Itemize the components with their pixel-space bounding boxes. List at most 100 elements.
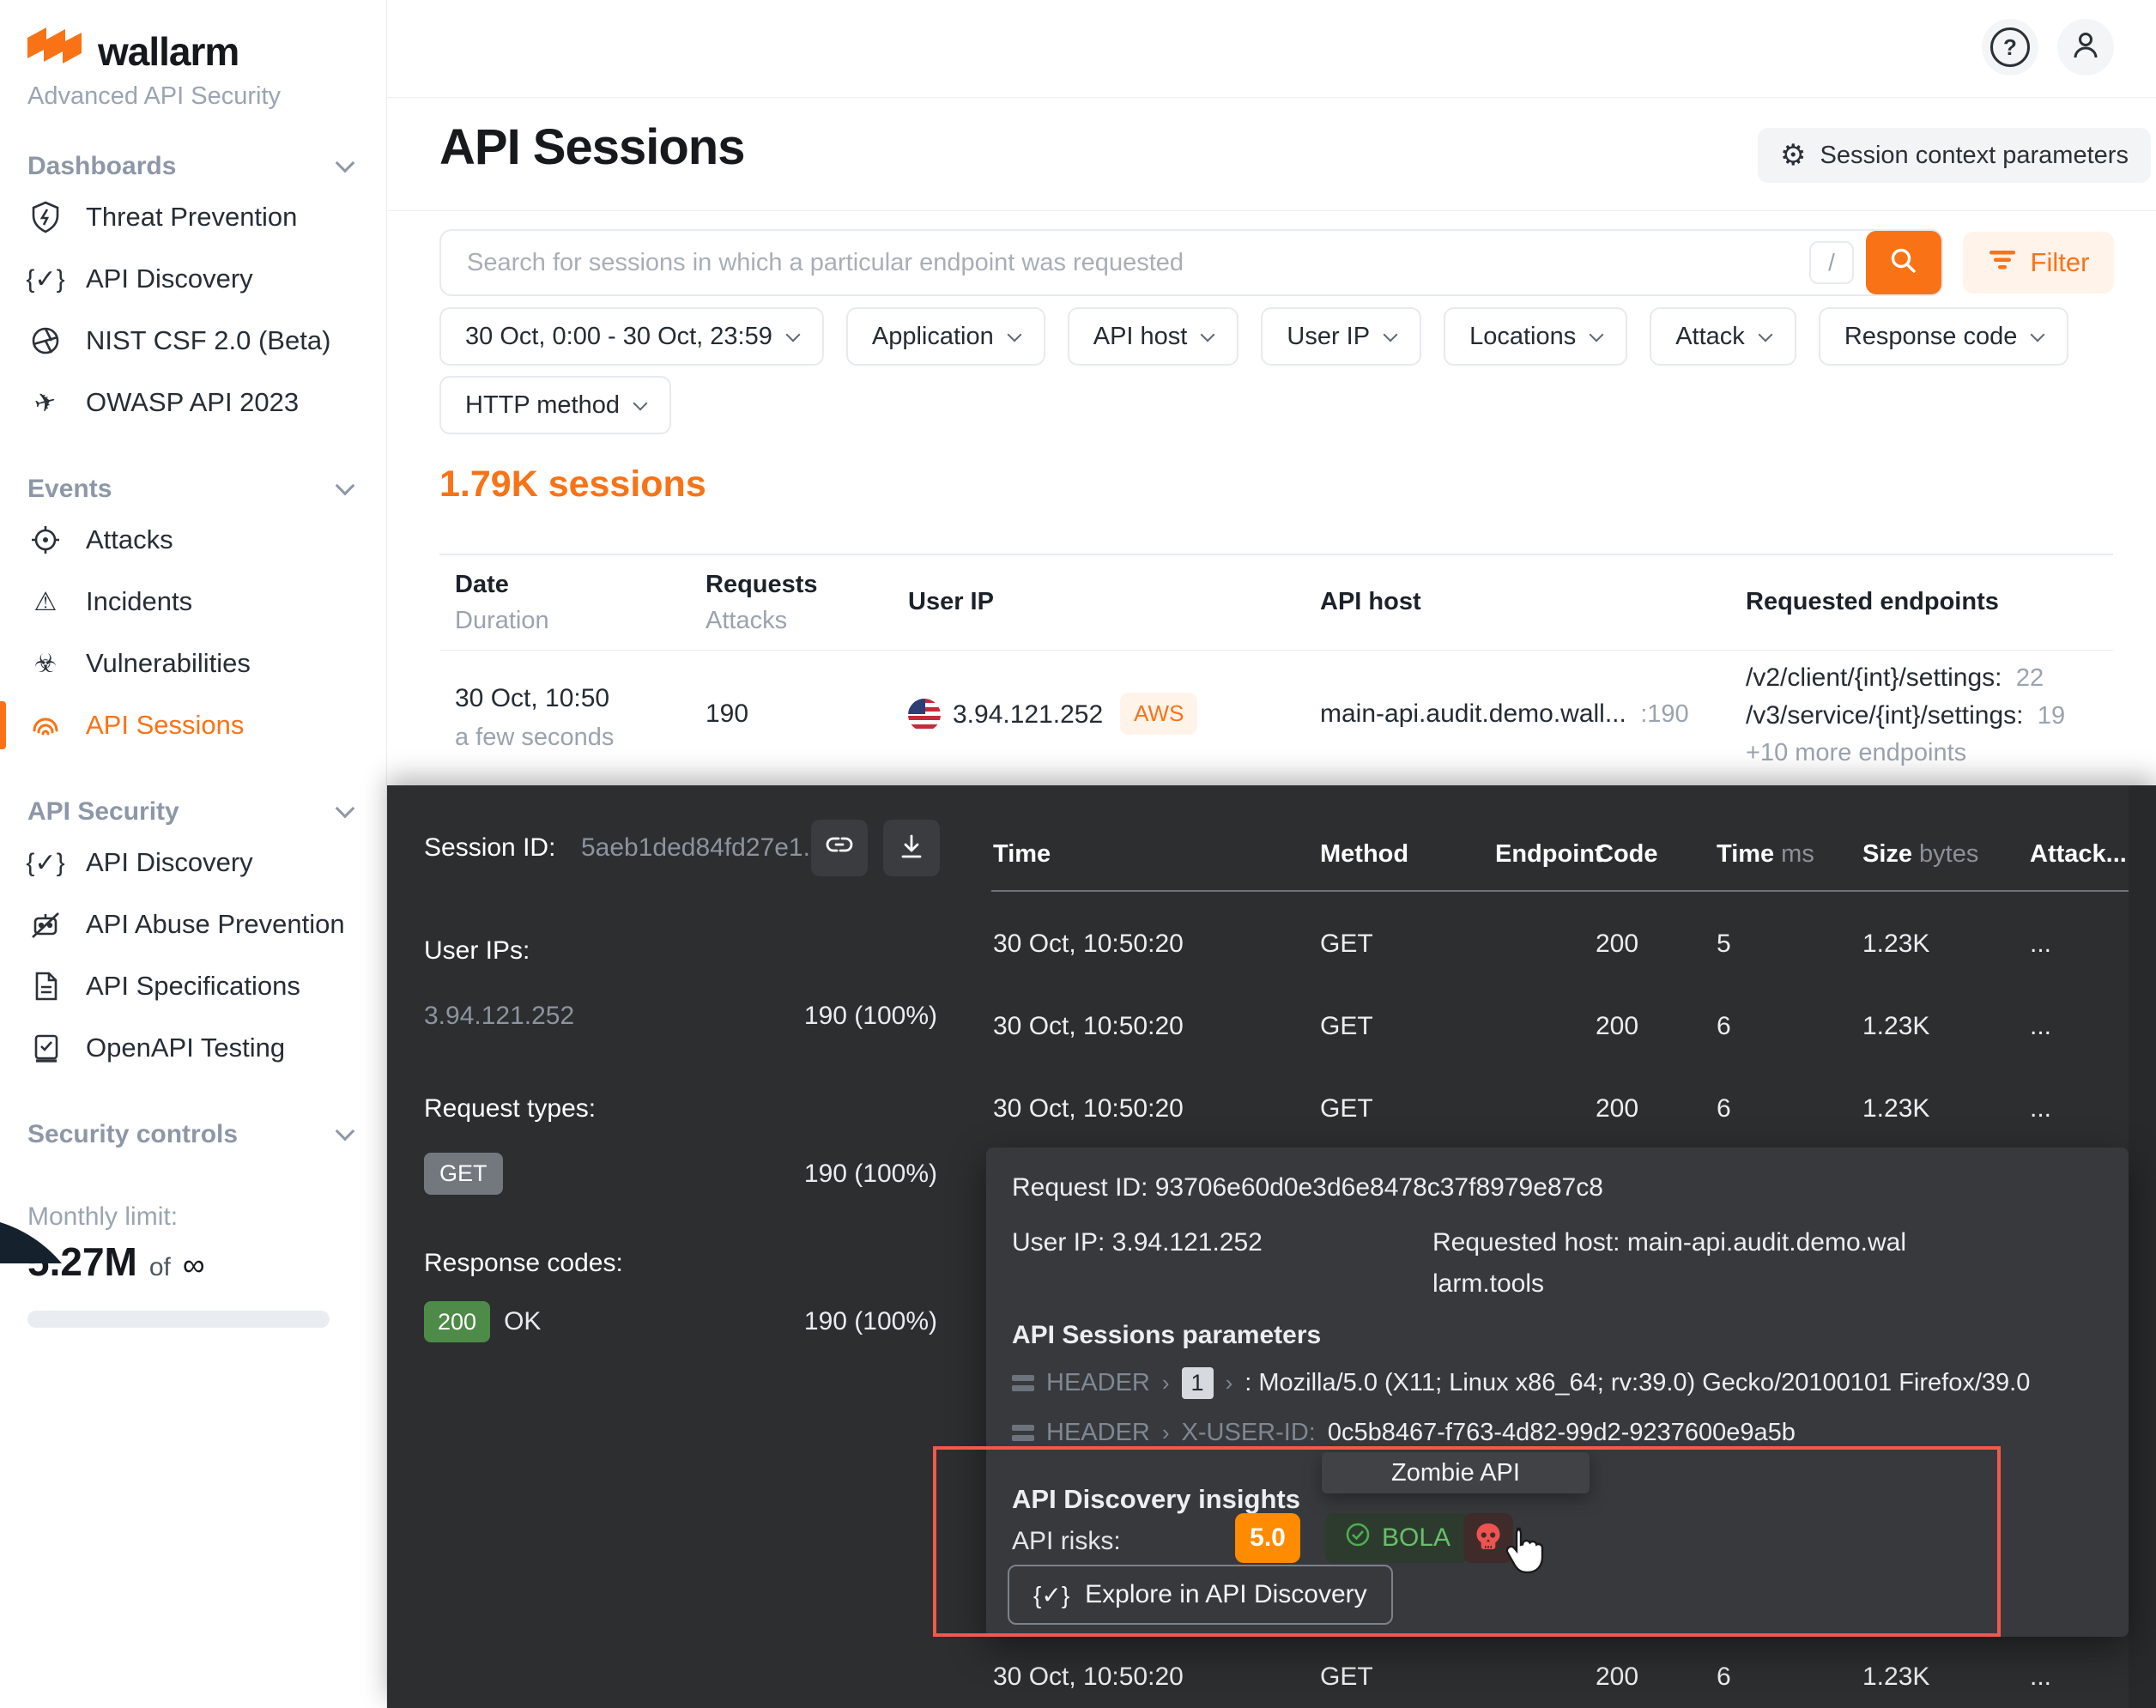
brand-logo[interactable]: wallarm	[27, 26, 386, 77]
chevron-down-icon	[1007, 327, 1022, 342]
user-ip-filter[interactable]: User IP	[1261, 307, 1422, 366]
sidebar-section-security-controls[interactable]: Security controls	[27, 1115, 386, 1154]
user-ip-stat: 190 (100%)	[803, 1002, 937, 1030]
request-type-stat: 190 (100%)	[803, 1159, 937, 1188]
document-icon	[27, 970, 64, 1002]
sidebar-item-attacks[interactable]: Attacks	[27, 509, 386, 571]
api-sessions-parameters-title: API Sessions parameters	[1012, 1321, 1322, 1349]
cell-size: 1.23K	[1862, 1094, 1930, 1123]
cell-time-ms: 5	[1717, 930, 1731, 958]
slash-shortcut-key: /	[1809, 241, 1854, 284]
check-circle-icon	[1344, 1521, 1372, 1555]
more-endpoints-link[interactable]: +10 more endpoints	[1746, 739, 1966, 767]
bola-badge[interactable]: BOLA	[1325, 1513, 1470, 1563]
wallarm-logo-icon	[27, 27, 82, 76]
parameter-key-badge: 1	[1181, 1367, 1214, 1399]
http-method-filter[interactable]: HTTP method	[439, 376, 671, 434]
sidebar-item-label: Vulnerabilities	[86, 648, 251, 678]
sidebar: wallarm Advanced API Security Dashboards…	[0, 0, 387, 1708]
requests-table-header: Time Method Endpoint Code Time ms Size byt…	[991, 840, 2129, 878]
status-200-text: OK	[504, 1307, 542, 1336]
cell-attack: ...	[2030, 1663, 2052, 1691]
session-parameter-row: HEADER › 1 › : Mozilla/5.0 (X11; Linux x…	[1012, 1367, 2030, 1399]
cursor-pointer-icon	[1499, 1525, 1549, 1584]
divider	[991, 890, 2129, 892]
gear-icon: ⚙	[1780, 139, 1807, 172]
session-date[interactable]: 30 Oct, 10:50	[455, 684, 609, 713]
infinity-icon: ∞	[182, 1247, 205, 1282]
request-row[interactable]: 30 Oct, 10:50:20 GET 200 6 1.23K ...	[991, 1094, 2129, 1132]
chip-label: Locations	[1469, 322, 1577, 350]
application-filter[interactable]: Application	[845, 307, 1045, 366]
endpoint-path: /v3/service/{int}/settings:	[1746, 701, 2024, 730]
sidebar-item-nist-csf[interactable]: NIST CSF 2.0 (Beta)	[27, 310, 386, 372]
locations-filter[interactable]: Locations	[1444, 307, 1628, 366]
scrollbar-gutter[interactable]	[2129, 785, 2156, 1708]
filter-icon	[1988, 247, 2017, 278]
chevron-down-icon	[1200, 327, 1215, 342]
link-icon	[824, 831, 855, 866]
topbar: ?	[387, 0, 2156, 98]
fingerprint-icon	[27, 708, 64, 742]
cell-code: 200	[1596, 1012, 1639, 1040]
sidebar-section-events[interactable]: Events	[27, 469, 386, 509]
chip-label: API host	[1093, 322, 1188, 350]
sidebar-item-label: API Discovery	[86, 263, 253, 294]
sidebar-item-api-specifications[interactable]: API Specifications	[27, 955, 386, 1017]
sidebar-item-openapi-testing[interactable]: OpenAPI Testing	[27, 1017, 386, 1079]
chip-label: User IP	[1287, 322, 1371, 350]
request-row[interactable]: 30 Oct, 10:50:20 GET 200 5 1.23K ...	[991, 930, 2129, 967]
help-button[interactable]: ?	[1982, 19, 2038, 76]
sidebar-item-incidents[interactable]: ⚠ Incidents	[27, 571, 386, 633]
sidebar-item-vulnerabilities[interactable]: ☣ Vulnerabilities	[27, 633, 386, 694]
us-flag-icon	[908, 699, 941, 731]
session-search: /	[439, 229, 1943, 296]
sidebar-item-api-sessions[interactable]: API Sessions	[0, 694, 386, 756]
chevron-down-icon	[1758, 327, 1773, 342]
chevron-right-icon: ›	[1225, 1370, 1233, 1396]
search-button[interactable]	[1866, 231, 1941, 294]
session-user-ip[interactable]: 3.94.121.252	[953, 700, 1103, 729]
request-row[interactable]: 30 Oct, 10:50:20 GET 200 6 1.23K ...	[991, 1663, 2129, 1700]
section-label: Security controls	[27, 1120, 239, 1148]
api-host-filter[interactable]: API host	[1067, 307, 1239, 366]
sidebar-item-owasp-api[interactable]: ✈ OWASP API 2023	[27, 372, 386, 433]
monthly-limit-value: 5.27M of ∞	[27, 1239, 386, 1285]
chevron-down-icon	[2030, 327, 2045, 342]
response-code-filter[interactable]: Response code	[1818, 307, 2069, 366]
requested-host-line2: larm.tools	[1432, 1269, 1545, 1298]
filter-chip-row-1: 30 Oct, 0:00 - 30 Oct, 23:59 Application…	[439, 307, 2069, 366]
sidebar-section-api-security[interactable]: API Security	[27, 792, 386, 832]
sidebar-item-api-discovery[interactable]: {✓} API Discovery	[26, 248, 386, 310]
col-size-unit: bytes	[1919, 840, 1979, 868]
attack-filter[interactable]: Attack	[1650, 307, 1796, 366]
sidebar-item-api-abuse-prevention[interactable]: API Abuse Prevention	[27, 893, 386, 955]
search-input[interactable]	[465, 247, 1809, 278]
cell-time: 30 Oct, 10:50:20	[993, 1663, 1184, 1691]
sidebar-item-label: API Discovery	[86, 847, 253, 877]
endpoint-line-2: /v3/service/{int}/settings: 19	[1746, 701, 2065, 730]
sidebar-item-threat-prevention[interactable]: Threat Prevention	[27, 186, 386, 248]
col-attacks: Attacks	[706, 607, 788, 634]
risk-score-badge[interactable]: 5.0	[1235, 1513, 1300, 1563]
date-range-filter[interactable]: 30 Oct, 0:00 - 30 Oct, 23:59	[439, 307, 824, 366]
copy-link-button[interactable]	[811, 820, 868, 876]
col-date: Date	[455, 571, 509, 598]
sidebar-section-dashboards[interactable]: Dashboards	[27, 147, 386, 186]
get-method-badge: GET	[424, 1153, 503, 1195]
col-user-ip: User IP	[908, 588, 994, 615]
sidebar-item-api-discovery-2[interactable]: {✓} API Discovery	[26, 832, 386, 893]
session-duration: a few seconds	[455, 724, 615, 751]
sidebar-item-label: API Specifications	[86, 971, 300, 1001]
chevron-down-icon	[335, 1121, 355, 1142]
explore-in-api-discovery-button[interactable]: {✓} Explore in API Discovery	[1008, 1565, 1393, 1625]
request-row[interactable]: 30 Oct, 10:50:20 GET 200 6 1.23K ...	[991, 1012, 2129, 1050]
download-button[interactable]	[883, 820, 940, 876]
account-button[interactable]	[2057, 19, 2114, 76]
cell-time: 30 Oct, 10:50:20	[993, 1094, 1184, 1123]
session-context-parameters-button[interactable]: ⚙ Session context parameters	[1758, 128, 2151, 183]
sidebar-item-label: OWASP API 2023	[86, 387, 300, 417]
session-detail-panel: Session ID: 5aeb1ded84fd27e1... User IPs…	[387, 785, 2156, 1708]
cell-method: GET	[1320, 1094, 1373, 1123]
filter-button[interactable]: Filter	[1963, 232, 2114, 294]
